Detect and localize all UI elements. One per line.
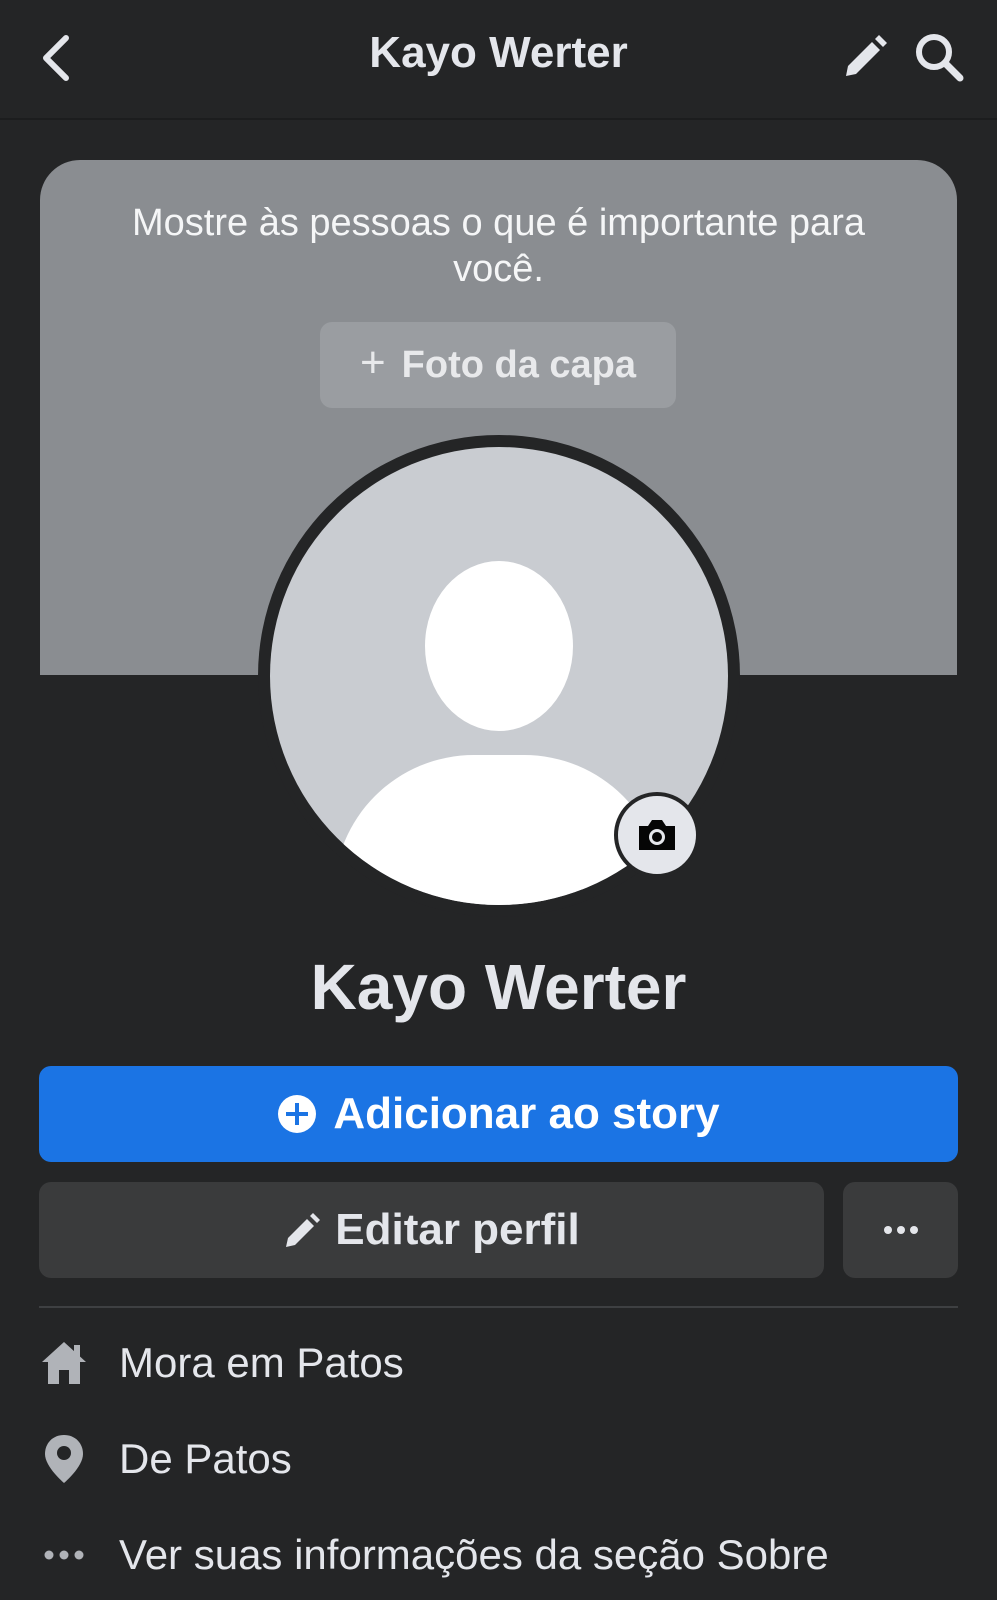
add-to-story-label: Adicionar ao story — [333, 1089, 720, 1138]
info-item-see-about[interactable]: Ver suas informações da seção Sobre — [39, 1520, 958, 1590]
edit-header-button[interactable] — [838, 30, 890, 86]
search-icon — [916, 34, 964, 82]
default-avatar-head — [425, 561, 573, 731]
plus-circle-icon — [278, 1095, 317, 1133]
ellipsis-icon — [883, 1226, 918, 1234]
edit-profile-label: Editar perfil — [335, 1205, 580, 1254]
top-bar: Kayo Werter — [0, 0, 997, 120]
home-icon — [39, 1333, 89, 1393]
location-pin-icon — [39, 1429, 89, 1489]
plus-icon: + — [359, 338, 386, 387]
change-profile-photo-button[interactable] — [614, 792, 700, 878]
cover-message: Mostre às pessoas o que é importante par… — [132, 202, 865, 290]
add-cover-photo-button[interactable]: + Foto da capa — [320, 322, 676, 408]
add-to-story-button[interactable]: Adicionar ao story — [39, 1066, 958, 1162]
info-text: De Patos — [119, 1435, 292, 1482]
pencil-icon — [286, 1213, 321, 1247]
info-text: Mora em Patos — [119, 1339, 404, 1386]
info-item-from[interactable]: De Patos — [39, 1424, 958, 1494]
divider — [39, 1306, 958, 1308]
info-item-lives-in[interactable]: Mora em Patos — [39, 1328, 958, 1398]
camera-icon — [639, 820, 675, 850]
add-cover-photo-label: Foto da capa — [401, 343, 637, 386]
more-options-button[interactable] — [843, 1182, 958, 1278]
edit-profile-button[interactable]: Editar perfil — [39, 1182, 824, 1278]
pencil-icon — [846, 35, 887, 76]
info-text: Ver suas informações da seção Sobre — [119, 1531, 829, 1578]
profile-name: Kayo Werter — [310, 951, 687, 1023]
search-button[interactable] — [912, 30, 968, 86]
ellipsis-icon — [39, 1525, 89, 1585]
